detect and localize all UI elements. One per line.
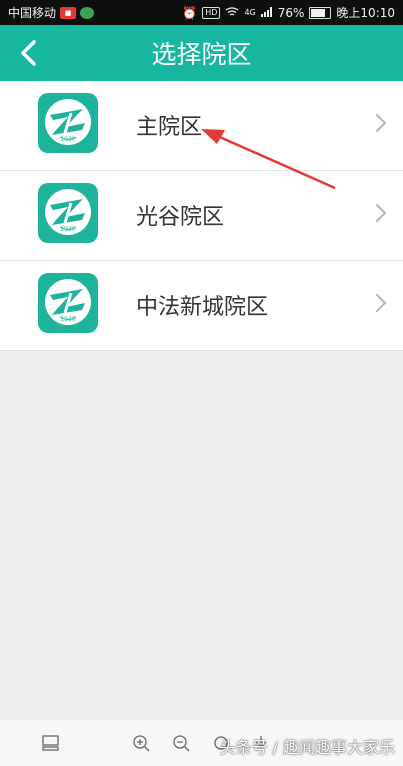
zoom-in-icon[interactable] — [130, 732, 152, 754]
campus-item-main[interactable]: 1930 主院区 — [0, 81, 403, 171]
app-header: 选择院区 — [0, 25, 403, 81]
campus-item-guanggu[interactable]: 1930 光谷院区 — [0, 171, 403, 261]
campus-name: 中法新城院区 — [136, 295, 269, 320]
campus-list: 1930 主院区 1930 光谷院区 1930 中法新城院区 — [0, 81, 403, 351]
chevron-right-icon — [376, 204, 387, 222]
clock-time: 晚上10:10 — [336, 6, 395, 20]
logo-caption: 1930 — [60, 226, 76, 233]
zoom-out-icon[interactable] — [170, 732, 192, 754]
campus-item-zhongfa[interactable]: 1930 中法新城院区 — [0, 261, 403, 351]
campus-name: 光谷院区 — [136, 205, 225, 230]
logo-caption: 1930 — [60, 136, 76, 143]
battery-percent: 76% — [277, 5, 305, 20]
chevron-right-icon — [376, 114, 387, 132]
hospital-logo-icon: 1930 — [38, 93, 98, 153]
chevron-right-icon — [376, 294, 387, 312]
hd-badge: HD — [202, 6, 221, 19]
watermark: 头条号 / 趣闻趣事大家乐 — [219, 738, 395, 757]
alarm-icon: ⏰ — [182, 5, 198, 20]
layout-icon[interactable] — [40, 732, 62, 754]
page-title: 选择院区 — [151, 40, 252, 69]
campus-name: 主院区 — [136, 115, 203, 140]
wifi-icon — [225, 6, 239, 20]
status-bar-right: ⏰ HD 4G 76% 晚上10:10 — [182, 4, 395, 21]
status-bar: 中国移动 ■ ⏰ HD 4G 76% 晚上10:10 — [0, 0, 403, 25]
status-bar-left: 中国移动 ■ — [8, 4, 95, 21]
notification-icon: ■ — [60, 6, 77, 19]
logo-caption: 1930 — [60, 316, 76, 323]
bottom-toolbar: 头条号 / 趣闻趣事大家乐 — [0, 720, 403, 766]
hospital-logo-icon: 1930 — [38, 273, 98, 333]
carrier-label: 中国移动 — [8, 6, 57, 20]
signal-icon — [260, 6, 273, 20]
battery-icon — [309, 6, 332, 19]
hospital-logo-icon: 1930 — [38, 183, 98, 243]
app-notification-icon — [80, 6, 95, 19]
network-type: 4G — [244, 8, 256, 17]
